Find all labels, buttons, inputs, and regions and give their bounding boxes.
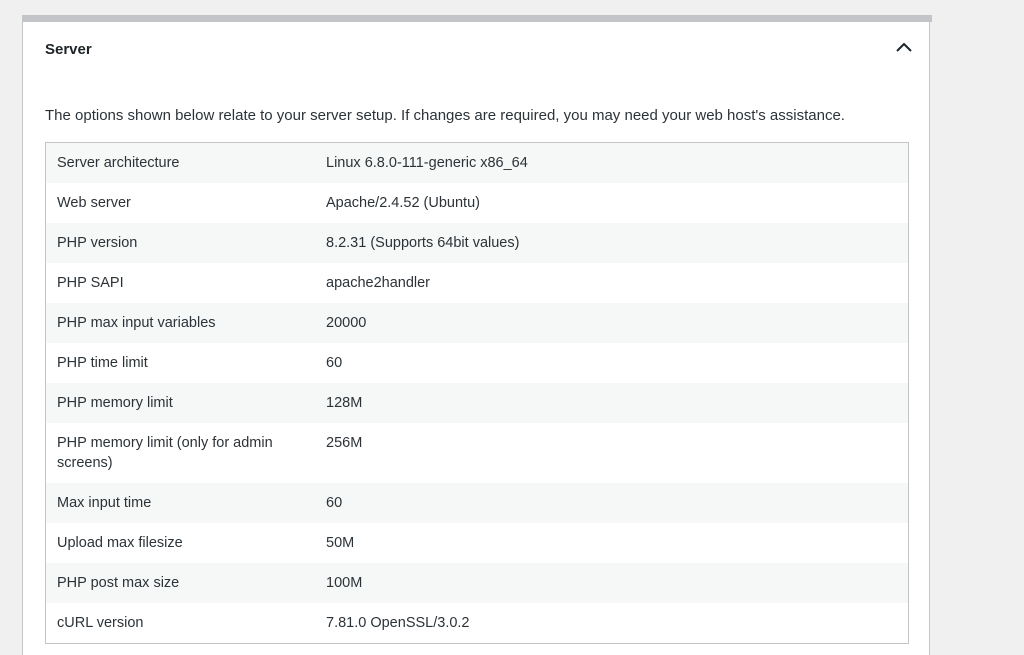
row-label: Web server bbox=[57, 195, 131, 211]
server-section-toggle[interactable]: Server bbox=[23, 22, 929, 77]
row-value: 7.81.0 OpenSSL/3.0.2 bbox=[326, 615, 470, 631]
panel-top-border bbox=[22, 15, 932, 22]
table-row: PHP memory limit 128M bbox=[45, 383, 909, 423]
row-value: Linux 6.8.0-111-generic x86_64 bbox=[326, 155, 528, 171]
row-value: Apache/2.4.52 (Ubuntu) bbox=[326, 195, 480, 211]
chevron-up-icon[interactable] bbox=[895, 40, 913, 54]
table-row: cURL version 7.81.0 OpenSSL/3.0.2 bbox=[45, 603, 909, 644]
section-description: The options shown below relate to your s… bbox=[45, 107, 845, 124]
table-row: PHP time limit 60 bbox=[45, 343, 909, 383]
row-label: Server architecture bbox=[57, 155, 180, 171]
row-value: 8.2.31 (Supports 64bit values) bbox=[326, 235, 520, 251]
table-row: PHP SAPI apache2handler bbox=[45, 263, 909, 303]
table-row: Upload max filesize 50M bbox=[45, 523, 909, 563]
table-row: PHP max input variables 20000 bbox=[45, 303, 909, 343]
row-value: 60 bbox=[326, 495, 343, 511]
row-label: PHP time limit bbox=[57, 355, 148, 371]
row-label: PHP version bbox=[57, 235, 138, 251]
server-info-panel: Server The options shown below relate to… bbox=[22, 15, 932, 655]
row-label: Upload max filesize bbox=[57, 535, 183, 551]
row-label: PHP memory limit (only for admin screens… bbox=[57, 435, 273, 471]
row-label: PHP max input variables bbox=[57, 315, 216, 331]
row-value: 60 bbox=[326, 355, 343, 371]
table-row: Max input time 60 bbox=[45, 483, 909, 523]
row-value: 50M bbox=[326, 535, 355, 551]
row-label: PHP memory limit bbox=[57, 395, 173, 411]
row-label: Max input time bbox=[57, 495, 152, 511]
table-row: PHP memory limit (only for admin screens… bbox=[45, 423, 909, 483]
row-label: PHP post max size bbox=[57, 575, 180, 591]
table-row: Web server Apache/2.4.52 (Ubuntu) bbox=[45, 183, 909, 223]
table-row: PHP post max size 100M bbox=[45, 563, 909, 603]
row-value: 256M bbox=[326, 435, 363, 451]
row-value: apache2handler bbox=[326, 275, 431, 291]
table-row: PHP version 8.2.31 (Supports 64bit values… bbox=[45, 223, 909, 263]
row-value: 20000 bbox=[326, 315, 367, 331]
server-info-table: Server architecture Linux 6.8.0-111-gener… bbox=[45, 142, 909, 644]
row-value: 100M bbox=[326, 575, 363, 591]
row-label: PHP SAPI bbox=[57, 275, 124, 291]
table-row: Server architecture Linux 6.8.0-111-gener… bbox=[45, 142, 909, 183]
row-value: 128M bbox=[326, 395, 363, 411]
section-title: Server bbox=[45, 41, 92, 58]
row-label: cURL version bbox=[57, 615, 144, 631]
